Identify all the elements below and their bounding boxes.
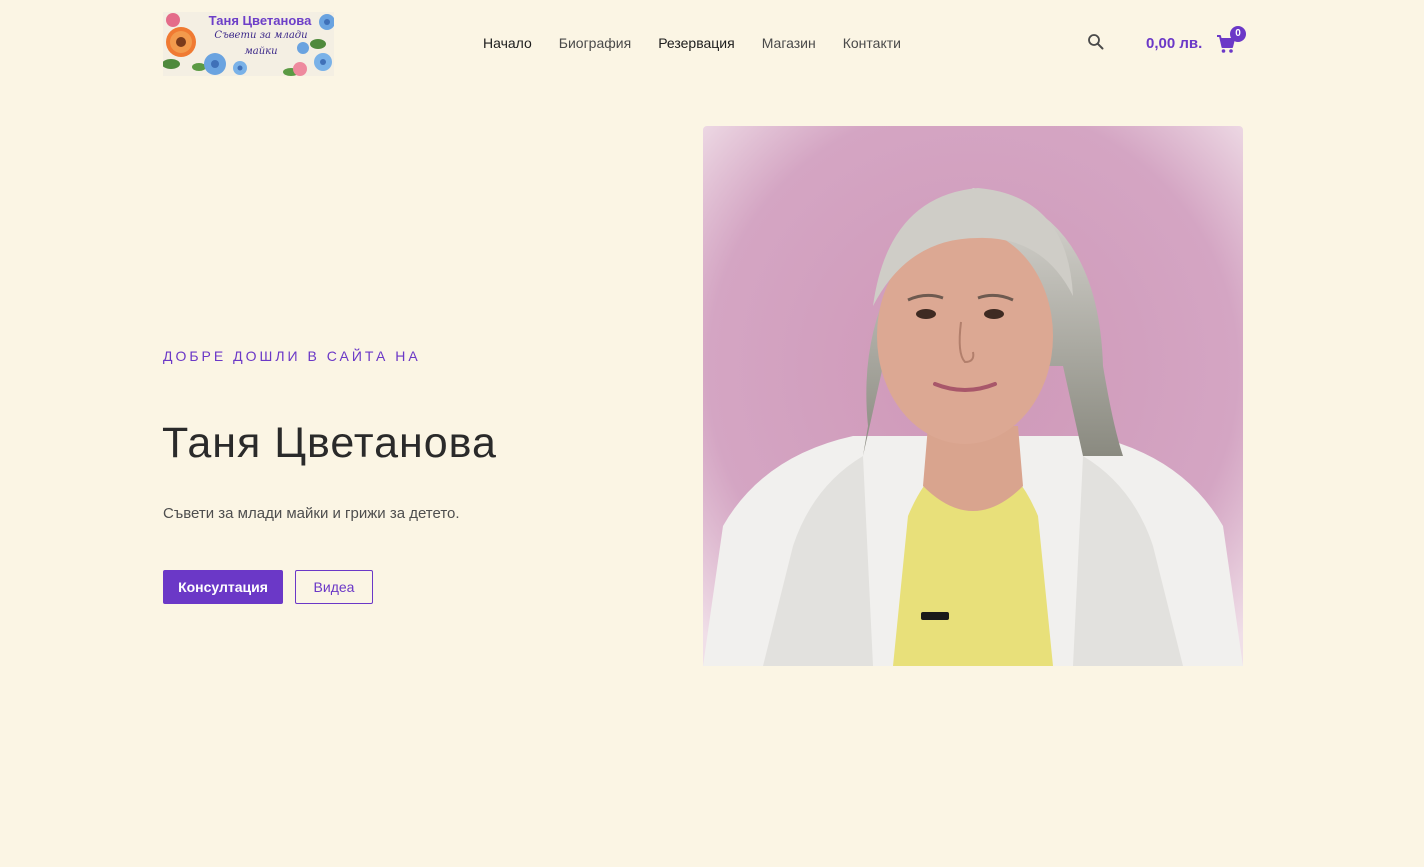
page: Таня Цветанова Съвети за млади майки Нач… [0,0,1424,867]
videos-button[interactable]: Видеа [295,570,373,604]
search-icon[interactable] [1087,33,1105,51]
logo-title: Таня Цветанова [208,13,312,28]
nav-item-contacts[interactable]: Контакти [843,34,901,52]
nav-item-home[interactable]: Начало [483,34,532,52]
main-nav: Начало Биография Резервация Магазин Конт… [483,34,928,52]
hero-title: Таня Цветанова [162,419,497,467]
hero-kicker: ДОБРЕ ДОШЛИ В САЙТА НА [163,348,421,364]
logo-subtitle-line2: майки [244,46,278,57]
logo-subtitle: Съвети за млади майки [193,28,329,60]
consultation-button[interactable]: Консултация [163,570,283,604]
portrait-image [703,126,1243,666]
nav-item-shop[interactable]: Магазин [762,34,816,52]
hero-subtitle: Съвети за млади майки и грижи за детето. [163,505,460,522]
logo-subtitle-line1: Съвети за млади [214,30,308,41]
site-header: Таня Цветанова Съвети за млади майки Нач… [163,12,1246,76]
site-logo[interactable]: Таня Цветанова Съвети за млади майки [163,12,334,76]
cart-count-badge: 0 [1230,26,1246,42]
nav-item-reservation[interactable]: Резервация [658,34,735,52]
cart-total[interactable]: 0,00 лв. [1146,35,1202,53]
nav-item-biography[interactable]: Биография [559,34,631,52]
